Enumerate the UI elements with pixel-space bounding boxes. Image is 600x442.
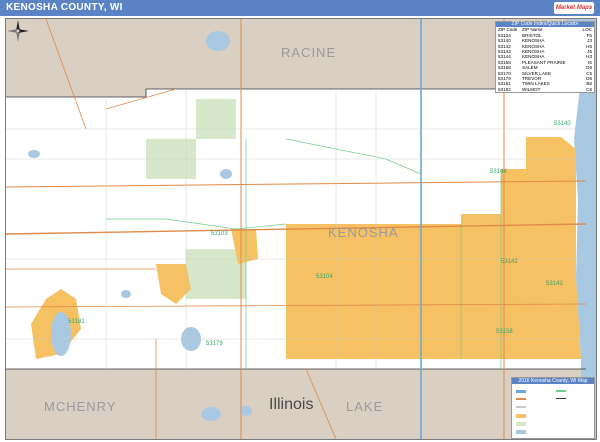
brand-logo: Market Maps	[554, 2, 594, 14]
lake	[240, 406, 252, 416]
zip-table-cell: WILMOT	[522, 86, 541, 92]
logo-text: Market Maps	[555, 5, 593, 11]
lake	[121, 290, 131, 298]
title-bar: KENOSHA COUNTY, WI Market Maps	[0, 0, 600, 16]
lake	[28, 150, 40, 158]
park-area	[196, 99, 236, 139]
north-arrow-icon	[7, 20, 29, 42]
zip-label-53144: 53144	[490, 169, 507, 175]
zip-label-53104: 53104	[316, 274, 333, 280]
map-legend: 2016 Kenosha County, WI Map	[511, 377, 595, 439]
lake	[220, 169, 232, 179]
zip-label-53142: 53142	[501, 259, 518, 265]
map-view[interactable]: RACINE KENOSHA MCHENRY LAKE Illinois 531…	[5, 18, 597, 440]
zip-label-53181: 53181	[68, 319, 85, 325]
lake	[206, 31, 230, 51]
zip-table-cell: C6	[586, 86, 592, 92]
state-label-illinois: Illinois	[269, 396, 314, 413]
zip-label-53158: 53158	[496, 329, 513, 335]
zip-label-53140: 53140	[554, 121, 571, 127]
zip-label-53103: 53103	[211, 231, 228, 237]
county-label-racine: RACINE	[281, 45, 337, 60]
zip-label-53143: 53143	[546, 281, 563, 287]
legend-swatches	[516, 390, 566, 434]
county-label-mchenry: MCHENRY	[44, 399, 117, 414]
zip-label-53179: 53179	[206, 341, 223, 347]
lake	[201, 407, 221, 421]
county-label-kenosha: KENOSHA	[328, 225, 399, 240]
county-label-lake: LAKE	[346, 399, 384, 414]
page-title: KENOSHA COUNTY, WI	[6, 2, 123, 13]
zip-table-row: 53192 WILMOT C6	[496, 87, 594, 92]
legend-title: 2016 Kenosha County, WI Map	[512, 378, 594, 384]
zip-code-index-table: ZIP Code Index/Quick Locator ZIP Code ZI…	[495, 21, 595, 94]
zip-table-cell: 53192	[498, 86, 511, 92]
